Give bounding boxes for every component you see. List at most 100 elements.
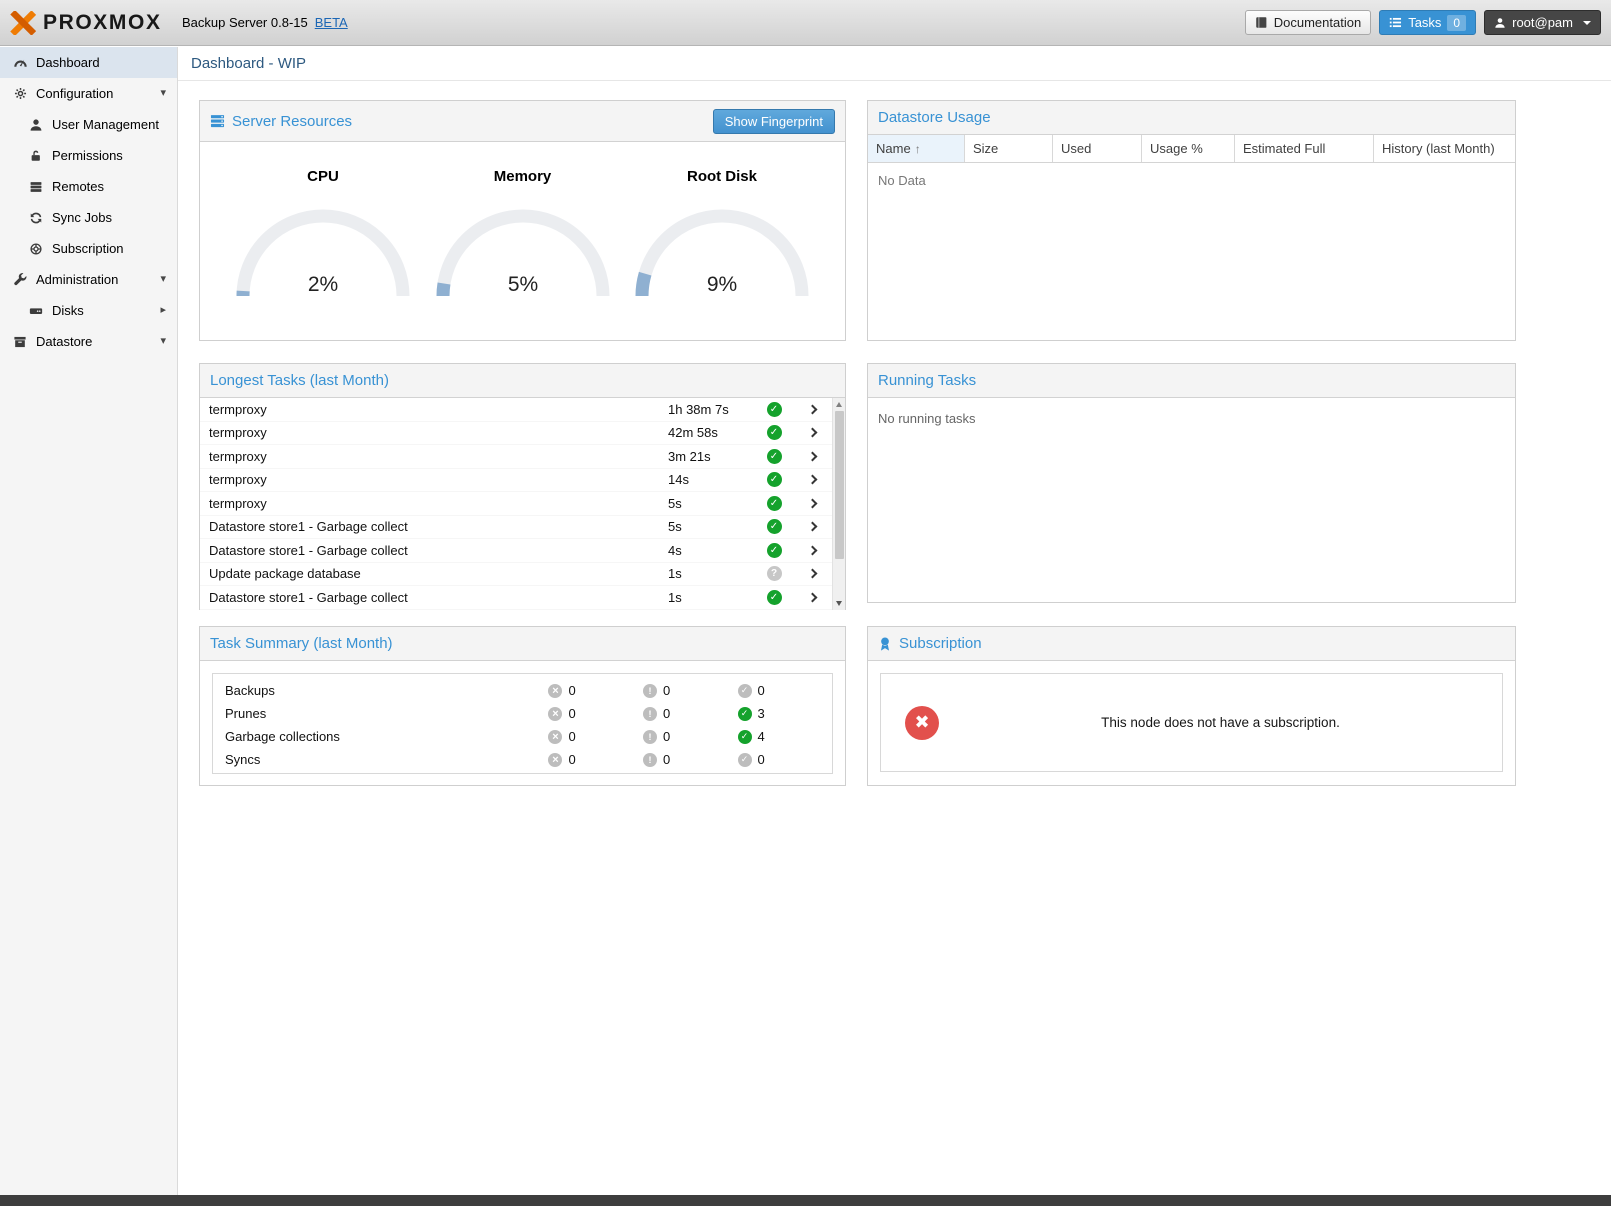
chevron-right-icon[interactable] [807, 545, 817, 555]
sidebar-item-disks[interactable]: Disks [0, 295, 177, 326]
chevron-right-icon[interactable] [807, 592, 817, 602]
scrollbar-thumb[interactable] [835, 411, 844, 559]
tasks-button[interactable]: Tasks 0 [1379, 10, 1476, 35]
sidebar-item-label: Dashboard [36, 55, 100, 70]
subscription-message: This node does not have a subscription. [939, 715, 1502, 730]
column-header-history[interactable]: History (last Month) [1374, 135, 1515, 162]
column-header-name[interactable]: Name [868, 135, 965, 162]
sidebar-item-datastore[interactable]: Datastore [0, 326, 177, 357]
expander-down-icon[interactable] [160, 274, 166, 285]
warning-count: 0 [663, 706, 670, 721]
summary-row[interactable]: Prunes 0 0 3 [213, 702, 832, 725]
sidebar-item-dashboard[interactable]: Dashboard [0, 47, 177, 78]
task-name: termproxy [209, 425, 668, 440]
chevron-right-icon[interactable] [807, 498, 817, 508]
user-icon [28, 117, 44, 133]
task-status-icon [767, 425, 782, 440]
chevron-right-icon[interactable] [807, 451, 817, 461]
chevron-right-icon[interactable] [807, 475, 817, 485]
scrollbar-up-icon[interactable] [836, 402, 842, 407]
task-row[interactable]: termproxy 14s [200, 469, 845, 493]
book-icon [1255, 16, 1268, 29]
panel-title: Datastore Usage [878, 109, 991, 126]
task-row[interactable]: termproxy 3m 21s [200, 445, 845, 469]
ok-icon [738, 753, 752, 767]
tachometer-icon [12, 55, 28, 71]
expander-down-icon[interactable] [160, 88, 166, 99]
chevron-right-icon[interactable] [807, 522, 817, 532]
no-subscription-icon [905, 706, 939, 740]
column-header-usage[interactable]: Usage % [1142, 135, 1235, 162]
longest-tasks-panel: Longest Tasks (last Month) termproxy 1h … [199, 363, 846, 610]
task-summary-panel: Task Summary (last Month) Backups 0 0 0 … [199, 626, 846, 786]
scrollbar-down-icon[interactable] [836, 601, 842, 606]
expander-down-icon[interactable] [160, 336, 166, 347]
gauge-value: 2% [308, 273, 338, 296]
chevron-right-icon[interactable] [807, 569, 817, 579]
sidebar-item-label: Permissions [52, 148, 123, 163]
summary-row[interactable]: Garbage collections 0 0 4 [213, 725, 832, 748]
sidebar-item-permissions[interactable]: Permissions [0, 140, 177, 171]
task-name: Datastore store1 - Garbage collect [209, 519, 668, 534]
task-row[interactable]: Datastore store1 - Garbage collect 5s [200, 516, 845, 540]
gauge-root-disk: Root Disk 9% [627, 168, 817, 304]
panel-title: Running Tasks [878, 372, 976, 389]
column-header-size[interactable]: Size [965, 135, 1053, 162]
sidebar-item-sync-jobs[interactable]: Sync Jobs [0, 202, 177, 233]
task-name: termproxy [209, 449, 668, 464]
proxmox-logo: PROXMOX [10, 11, 180, 35]
beta-link[interactable]: BETA [315, 15, 348, 30]
task-duration: 3m 21s [668, 449, 756, 464]
task-duration: 4s [668, 543, 756, 558]
sidebar-item-configuration[interactable]: Configuration [0, 78, 177, 109]
summary-row[interactable]: Backups 0 0 0 [213, 679, 832, 702]
task-status-icon [767, 402, 782, 417]
warning-icon [643, 684, 657, 698]
error-icon [548, 730, 562, 744]
sidebar-item-label: Sync Jobs [52, 210, 112, 225]
server-lines-icon [28, 179, 44, 195]
scrollbar[interactable] [832, 398, 845, 610]
task-row[interactable]: Datastore store1 - Garbage collect 4s [200, 539, 845, 563]
sidebar-item-label: User Management [52, 117, 159, 132]
main-content: Dashboard - WIP Server Resources Show Fi… [178, 47, 1611, 1195]
content-titlebar: Dashboard - WIP [178, 47, 1611, 81]
user-menu-button[interactable]: root@pam [1484, 10, 1601, 35]
task-row[interactable]: termproxy 5s [200, 492, 845, 516]
task-duration: 42m 58s [668, 425, 756, 440]
sidebar-item-administration[interactable]: Administration [0, 264, 177, 295]
gears-icon [12, 86, 28, 102]
task-name: termproxy [209, 402, 668, 417]
sidebar-item-subscription[interactable]: Subscription [0, 233, 177, 264]
task-row[interactable]: termproxy 42m 58s [200, 422, 845, 446]
task-status-icon [767, 472, 782, 487]
gauge-label: Memory [428, 168, 618, 185]
documentation-button[interactable]: Documentation [1245, 10, 1371, 35]
product-version: Backup Server 0.8-15 [182, 15, 308, 30]
error-icon [548, 684, 562, 698]
sidebar-item-label: Disks [52, 303, 84, 318]
sync-icon [28, 210, 44, 226]
gauge-value: 5% [507, 273, 537, 296]
expander-right-icon[interactable] [160, 305, 166, 316]
show-fingerprint-button[interactable]: Show Fingerprint [713, 109, 835, 134]
ok-count: 4 [758, 729, 765, 744]
disk-icon [28, 303, 44, 319]
panel-title: Server Resources [232, 113, 352, 130]
task-row[interactable]: Datastore store1 - Garbage collect 1s [200, 586, 845, 610]
column-header-used[interactable]: Used [1053, 135, 1142, 162]
task-row[interactable]: Update package database 1s [200, 563, 845, 587]
column-header-estimated-full[interactable]: Estimated Full [1235, 135, 1374, 162]
bottom-bar [0, 1195, 1611, 1206]
chevron-right-icon[interactable] [807, 404, 817, 414]
summary-row[interactable]: Syncs 0 0 0 [213, 748, 832, 771]
sidebar-item-user-management[interactable]: User Management [0, 109, 177, 140]
task-duration: 1s [668, 590, 756, 605]
task-name: Datastore store1 - Garbage collect [209, 543, 668, 558]
sidebar-item-remotes[interactable]: Remotes [0, 171, 177, 202]
proxmox-x-icon [10, 11, 36, 35]
error-count: 0 [568, 752, 575, 767]
chevron-right-icon[interactable] [807, 428, 817, 438]
server-resources-icon [210, 114, 225, 128]
task-row[interactable]: termproxy 1h 38m 7s [200, 398, 845, 422]
